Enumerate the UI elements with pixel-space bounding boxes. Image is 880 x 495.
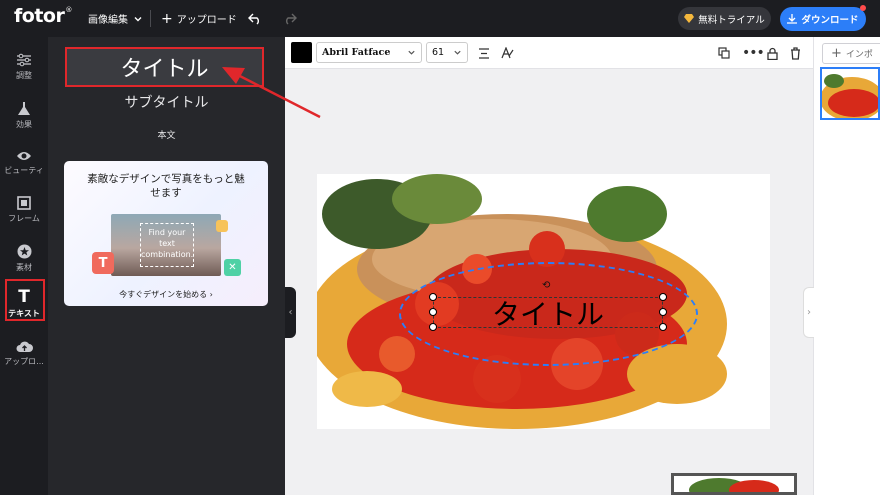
text-style-icon [501, 47, 514, 59]
canvas-title-text[interactable]: タイトル [433, 293, 663, 333]
copy-icon [718, 47, 730, 59]
sidebar-item-label: 素材 [16, 262, 32, 272]
download-label: ダウンロード [801, 15, 859, 26]
page-thumbnail[interactable] [820, 67, 880, 120]
sidebar-item-beauty[interactable]: ビューティ [0, 140, 48, 186]
left-nav: 調整 効果 ビューティ フレーム 素材 T テキスト アップロ... [0, 37, 48, 495]
font-family-value: Abril Fatface [322, 47, 391, 58]
align-button[interactable] [478, 37, 490, 69]
text-color-swatch[interactable] [291, 42, 312, 63]
divider [150, 10, 151, 27]
download-button[interactable]: ダウンロード [780, 5, 866, 31]
upload-button[interactable]: + アップロード [161, 0, 237, 37]
sidebar-item-label: アップロ... [4, 356, 44, 366]
redo-button[interactable] [283, 0, 297, 37]
active-highlight-box [5, 279, 45, 321]
lock-button[interactable] [767, 37, 778, 69]
undo-button[interactable] [248, 0, 262, 37]
sidebar-item-label: 効果 [16, 119, 32, 129]
rotate-icon[interactable]: ⟲ [542, 280, 550, 291]
image-edit-menu-label: 画像編集 [88, 15, 128, 26]
add-title-button[interactable]: タイトル [65, 47, 264, 87]
resize-handle[interactable] [429, 293, 437, 301]
chevron-left-icon: ‹ [288, 307, 293, 318]
expand-right-panel-handle[interactable]: › [803, 287, 814, 338]
cloud-upload-icon [16, 341, 33, 352]
plus-icon: + [831, 46, 842, 61]
plus-icon: + [161, 10, 173, 27]
text-icon: T [92, 252, 114, 274]
free-trial-label: 無料トライアル [698, 14, 765, 26]
resize-handle[interactable] [429, 308, 437, 316]
duplicate-button[interactable] [718, 37, 730, 69]
more-options-button[interactable]: ••• [742, 37, 765, 69]
add-body-text-button[interactable]: 本文 [48, 128, 285, 141]
lock-icon [767, 47, 778, 60]
chevron-right-icon: › [807, 307, 811, 318]
redo-icon [286, 13, 297, 25]
font-family-select[interactable]: Abril Fatface [316, 42, 422, 63]
chevron-down-icon [408, 50, 415, 55]
image-edit-menu[interactable]: 画像編集 [88, 0, 143, 37]
sparkle-icon: ✕ [224, 259, 241, 276]
preview-image [674, 476, 794, 492]
promo-sample-text: Find your text combination. [140, 223, 194, 267]
add-title-label: タイトル [120, 57, 209, 82]
font-size-select[interactable]: 61 [426, 42, 468, 63]
more-icon: ••• [742, 45, 765, 61]
chevron-right-icon: › [209, 290, 213, 299]
delete-button[interactable] [790, 37, 801, 69]
flask-icon [18, 101, 30, 115]
notification-dot [860, 5, 866, 11]
sidebar-item-frame[interactable]: フレーム [0, 187, 48, 233]
align-center-icon [479, 47, 489, 59]
square-icon [216, 220, 228, 232]
free-trial-button[interactable]: 無料トライアル [678, 7, 771, 30]
chevron-down-icon [134, 16, 142, 21]
sidebar-item-elements[interactable]: 素材 [0, 235, 48, 281]
frame-icon [17, 196, 31, 210]
sidebar-item-upload[interactable]: アップロ... [0, 330, 48, 376]
sidebar-item-effects[interactable]: 効果 [0, 92, 48, 138]
thumbnail-image [822, 69, 878, 118]
sliders-icon [17, 53, 31, 67]
text-toolbar: Abril Fatface 61 ••• [285, 37, 813, 69]
diamond-icon [684, 14, 695, 23]
resize-handle[interactable] [659, 293, 667, 301]
text-style-button[interactable] [501, 37, 514, 69]
promo-cta-link[interactable]: 今すぐデザインを始める › [64, 289, 268, 300]
trash-icon [791, 46, 800, 60]
chevron-down-icon [454, 50, 461, 55]
insert-page-label: インポ [845, 50, 873, 60]
add-subtitle-button[interactable]: サブタイトル [48, 92, 285, 112]
sidebar-item-label: フレーム [8, 214, 40, 223]
promo-heading: 素敵なデザインで写真をもっと魅せます [87, 173, 245, 199]
resize-handle[interactable] [429, 323, 437, 331]
upload-button-label: アップロード [176, 15, 237, 26]
promo-cta-label: 今すぐデザインを始める [119, 290, 208, 299]
undo-icon [248, 13, 259, 25]
bottom-page-preview[interactable] [671, 473, 797, 495]
design-promo-card[interactable]: 素敵なデザインで写真をもっと魅せます Find your text combin… [64, 161, 268, 306]
collapse-panel-handle[interactable]: ‹ [285, 287, 296, 338]
star-icon [17, 244, 31, 258]
sidebar-item-adjust[interactable]: 調整 [0, 44, 48, 90]
font-size-value: 61 [432, 47, 445, 58]
sidebar-item-label: 調整 [16, 71, 32, 80]
sidebar-item-label: ビューティ [4, 166, 44, 175]
download-icon [787, 14, 798, 24]
eye-icon [17, 152, 31, 160]
resize-handle[interactable] [659, 323, 667, 331]
resize-handle[interactable] [659, 308, 667, 316]
insert-page-button[interactable]: + インポ [822, 43, 880, 64]
top-bar: fotor® 画像編集 + アップロード 無料トライアル ダウンロード [0, 0, 880, 37]
fotor-logo[interactable]: fotor® [14, 5, 72, 27]
